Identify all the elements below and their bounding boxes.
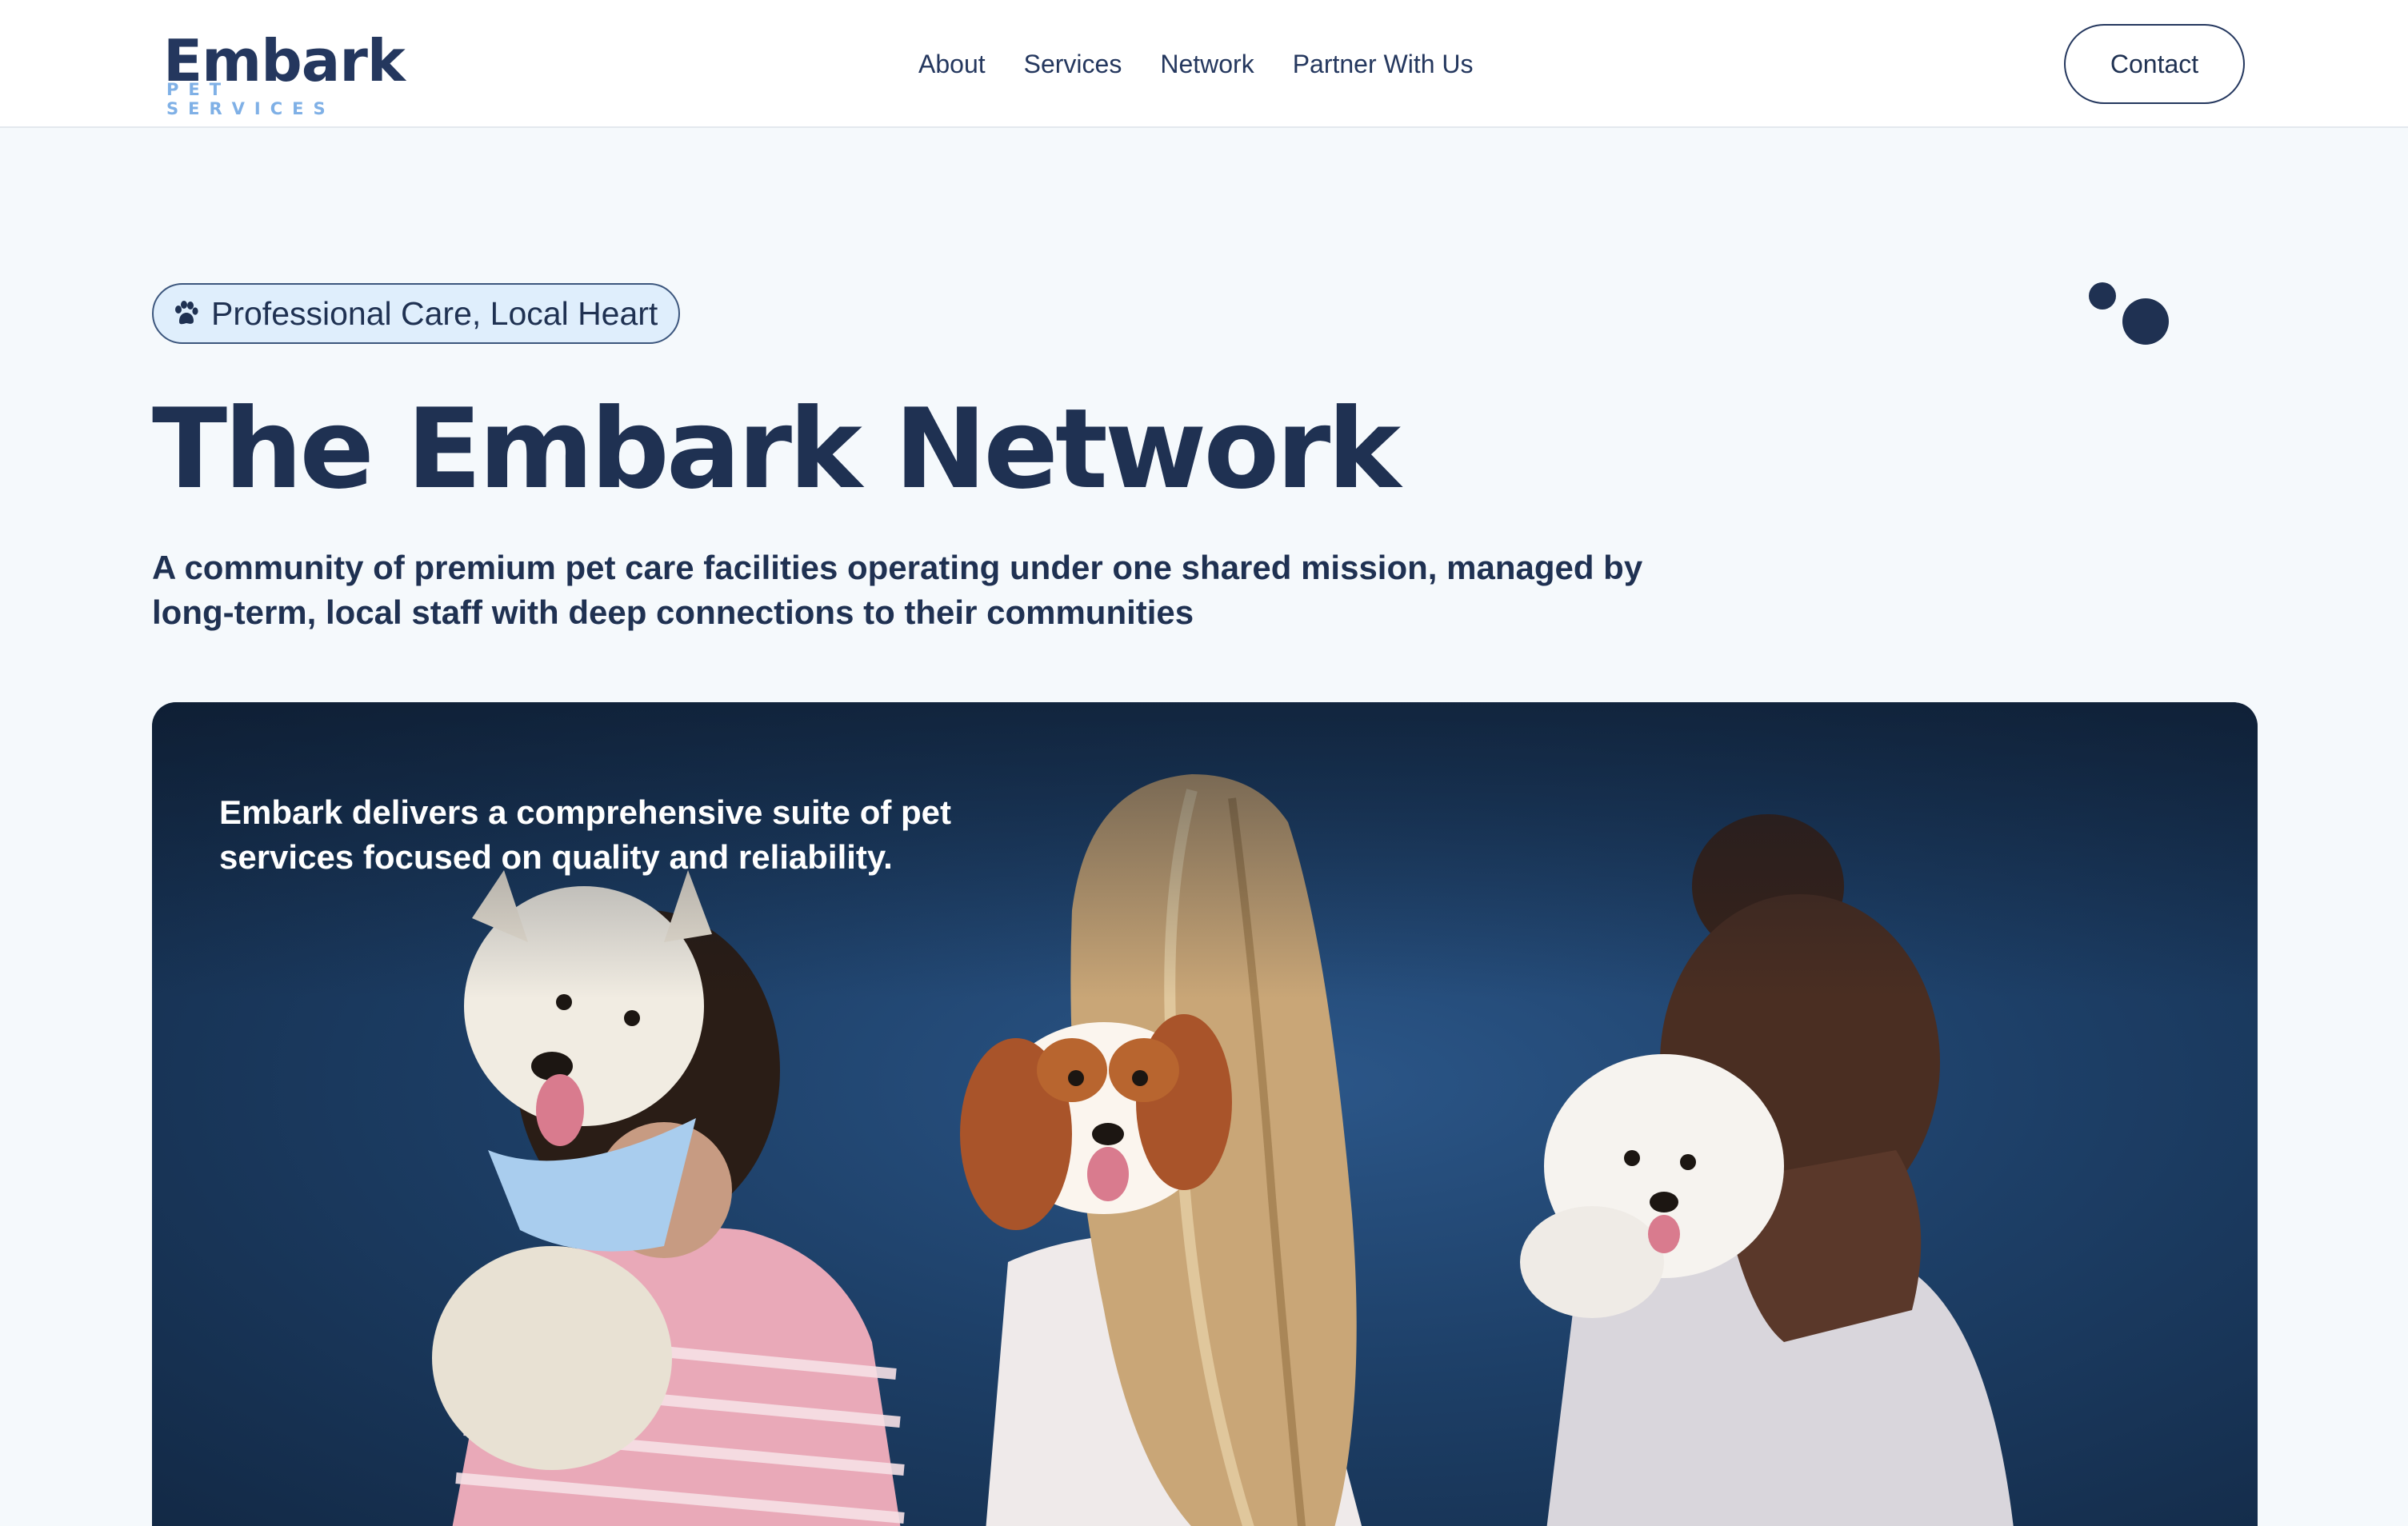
hero-image-card: Embark delivers a comprehensive suite of… — [152, 702, 2258, 1526]
contact-button[interactable]: Contact — [2064, 24, 2245, 104]
hero-badge: Professional Care, Local Heart — [152, 283, 681, 344]
nav-link-about[interactable]: About — [918, 50, 986, 79]
embark-logo[interactable]: Embark PET SERVICES — [163, 29, 406, 118]
nav-link-partner[interactable]: Partner With Us — [1293, 50, 1474, 79]
badge-label: Professional Care, Local Heart — [211, 294, 658, 332]
feature-card-text: Embark delivers a comprehensive suite of… — [219, 793, 952, 876]
paw-icon — [175, 301, 198, 325]
page-title: The Embark Network — [152, 385, 1401, 513]
main-nav: About Services Network Partner With Us — [918, 45, 1474, 83]
site-header: Embark PET SERVICES About Services Netwo… — [0, 0, 2408, 128]
nav-link-network[interactable]: Network — [1160, 50, 1254, 79]
logo-tagline: PET SERVICES — [166, 80, 335, 118]
decorative-dots — [2089, 282, 2169, 345]
nav-link-services[interactable]: Services — [1024, 50, 1122, 79]
page-subtitle: A community of premium pet care faciliti… — [152, 549, 1643, 631]
